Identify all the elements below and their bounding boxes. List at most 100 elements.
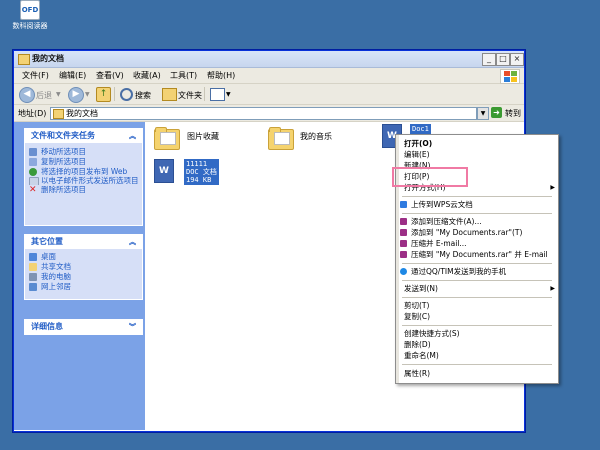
back-arrow-icon[interactable]: ◀ <box>19 87 35 103</box>
folder-icon <box>268 127 294 150</box>
winrar-icon <box>400 251 407 258</box>
windows-logo-icon <box>500 69 520 84</box>
place-shared-docs[interactable]: 共享文档 <box>25 262 142 272</box>
menu-tools[interactable]: 工具(T) <box>170 70 197 81</box>
menu-separator <box>402 263 552 264</box>
winrar-icon <box>400 218 407 225</box>
window-title: 我的文档 <box>32 54 64 63</box>
details-header[interactable]: 详细信息 ︾ <box>25 320 142 334</box>
menu-compress-email[interactable]: 压缩并 E-mail... <box>400 238 565 249</box>
menu-edit-item[interactable]: 编辑(E) <box>400 149 558 160</box>
forward-dropdown-icon[interactable]: ▼ <box>85 91 90 98</box>
task-email[interactable]: 以电子邮件形式发送所选项目 <box>25 176 142 185</box>
file-tasks-panel: 文件和文件夹任务 ︽ 移动所选项目 复制所选项目 将选择的项目发布到 Web 以… <box>24 128 143 226</box>
menu-bar: 文件(F) 编辑(E) 查看(V) 收藏(A) 工具(T) 帮助(H) <box>14 68 524 84</box>
go-label: 转到 <box>505 109 521 118</box>
folder-icon <box>18 54 30 65</box>
menu-separator <box>402 213 552 214</box>
file-name: 我的音乐 <box>300 132 332 141</box>
file-tasks-header[interactable]: 文件和文件夹任务 ︽ <box>25 129 142 143</box>
file-name: 11111 DOC 文档 194 KB <box>184 159 219 185</box>
go-arrow-icon: ➜ <box>491 107 502 118</box>
file-name: Doc1 <box>410 124 431 134</box>
desktop-icon <box>29 253 37 261</box>
close-button[interactable]: × <box>510 53 524 66</box>
menu-send-to[interactable]: 发送到(N) ▶ <box>400 283 558 294</box>
menu-upload-wps[interactable]: 上传到WPS云文档 <box>400 199 565 210</box>
menu-rename[interactable]: 重命名(M) <box>400 350 558 361</box>
place-desktop[interactable]: 桌面 <box>25 252 142 262</box>
other-places-header[interactable]: 其它位置 ︽ <box>25 235 142 249</box>
search-icon[interactable] <box>120 88 133 101</box>
folders-icon[interactable] <box>162 88 177 101</box>
qq-icon <box>400 268 407 275</box>
expand-chevron-icon[interactable]: ︾ <box>129 320 136 334</box>
file-11111[interactable]: W 11111 DOC 文档 194 KB <box>154 159 234 189</box>
other-places-title: 其它位置 <box>31 237 63 246</box>
address-dropdown-icon[interactable]: ▼ <box>477 107 489 120</box>
menu-add-rar[interactable]: 添加到 "My Documents.rar"(T) <box>400 227 565 238</box>
place-my-computer[interactable]: 我的电脑 <box>25 272 142 282</box>
desktop-icon-ofd-reader[interactable]: OFD 数科阅读器 <box>8 0 52 31</box>
views-icon[interactable] <box>210 88 225 101</box>
task-pane: 文件和文件夹任务 ︽ 移动所选项目 复制所选项目 将选择的项目发布到 Web 以… <box>14 122 145 430</box>
maximize-button[interactable]: □ <box>496 53 510 66</box>
menu-cut[interactable]: 剪切(T) <box>400 300 558 311</box>
menu-separator <box>402 325 552 326</box>
menu-delete[interactable]: 删除(D) <box>400 339 558 350</box>
folder-music[interactable]: 我的音乐 <box>268 127 368 157</box>
menu-add-archive[interactable]: 添加到压缩文件(A)... <box>400 216 565 227</box>
toolbar: ◀ 后退 ▼ ▶ ▼ ↑ 搜索 文件夹 ▼ <box>14 84 524 105</box>
title-bar[interactable]: 我的文档 _ □ × <box>14 51 524 68</box>
back-button-label[interactable]: 后退 <box>36 90 52 101</box>
menu-copy[interactable]: 复制(C) <box>400 311 558 322</box>
details-title: 详细信息 <box>31 322 63 331</box>
computer-icon <box>29 273 37 281</box>
menu-send-qq[interactable]: 通过QQ/TIM发送到我的手机 <box>400 266 565 277</box>
print-highlight-annotation <box>392 167 468 187</box>
views-dropdown-icon[interactable]: ▼ <box>226 91 231 98</box>
collapse-chevron-icon[interactable]: ︽ <box>129 129 136 143</box>
folders-button[interactable]: 文件夹 <box>178 90 202 101</box>
menu-edit[interactable]: 编辑(E) <box>59 70 86 81</box>
winrar-icon <box>400 229 407 236</box>
menu-open[interactable]: 打开(O) <box>400 138 558 149</box>
move-icon <box>29 148 37 156</box>
menu-favorites[interactable]: 收藏(A) <box>133 70 161 81</box>
shared-folder-icon <box>29 263 37 271</box>
search-button[interactable]: 搜索 <box>135 90 151 101</box>
winrar-icon <box>400 240 407 247</box>
address-input[interactable]: 我的文档 <box>50 107 477 120</box>
menu-compress-rar-email[interactable]: 压缩到 "My Documents.rar" 并 E-mail <box>400 249 565 260</box>
menu-properties[interactable]: 属性(R) <box>400 368 558 379</box>
back-dropdown-icon[interactable]: ▼ <box>56 91 61 98</box>
menu-file[interactable]: 文件(F) <box>22 70 49 81</box>
menu-create-shortcut[interactable]: 创建快捷方式(S) <box>400 328 558 339</box>
submenu-arrow-icon: ▶ <box>550 285 555 292</box>
details-panel: 详细信息 ︾ <box>24 319 143 335</box>
submenu-arrow-icon: ▶ <box>550 184 555 191</box>
menu-view[interactable]: 查看(V) <box>96 70 124 81</box>
task-move[interactable]: 移动所选项目 <box>25 147 142 157</box>
copy-icon <box>29 158 37 166</box>
folder-pictures[interactable]: 图片收藏 <box>154 127 254 157</box>
place-network[interactable]: 网上邻居 <box>25 282 142 292</box>
cloud-icon <box>400 201 407 208</box>
file-tasks-title: 文件和文件夹任务 <box>31 131 95 140</box>
minimize-button[interactable]: _ <box>482 53 496 66</box>
word-document-icon: W <box>154 159 174 183</box>
toolbar-separator <box>114 87 115 101</box>
up-folder-icon[interactable]: ↑ <box>96 87 111 102</box>
task-delete[interactable]: ✕ 删除所选项目 <box>25 185 142 195</box>
ofd-icon: OFD <box>20 0 40 20</box>
menu-help[interactable]: 帮助(H) <box>207 70 235 81</box>
address-bar: 地址(D) 我的文档 ▼ ➜ 转到 <box>14 105 524 122</box>
folder-icon <box>53 109 64 119</box>
toolbar-separator <box>204 87 205 101</box>
globe-icon <box>29 168 37 176</box>
delete-x-icon: ✕ <box>29 185 37 195</box>
collapse-chevron-icon[interactable]: ︽ <box>129 235 136 249</box>
task-publish-web[interactable]: 将选择的项目发布到 Web <box>25 167 142 176</box>
task-copy[interactable]: 复制所选项目 <box>25 157 142 167</box>
forward-arrow-icon[interactable]: ▶ <box>68 87 84 103</box>
